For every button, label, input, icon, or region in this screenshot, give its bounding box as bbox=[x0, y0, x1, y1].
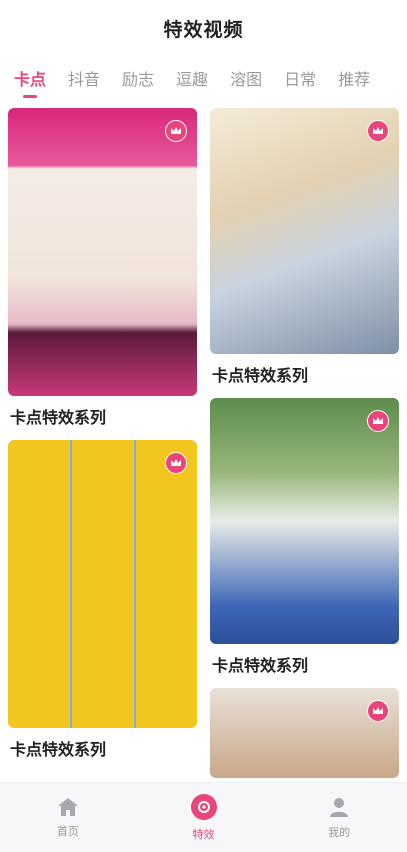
nav-home[interactable]: 首页 bbox=[0, 783, 136, 852]
crown-icon bbox=[367, 120, 389, 142]
crown-icon bbox=[165, 120, 187, 142]
feed-column-left: 卡点特效系列 卡点特效系列 bbox=[8, 108, 197, 772]
tab-richang[interactable]: 日常 bbox=[284, 66, 316, 98]
user-icon bbox=[330, 797, 349, 817]
top-bar: 特效视频 bbox=[0, 0, 407, 56]
video-card[interactable]: 卡点特效系列 bbox=[8, 108, 197, 440]
nav-effects[interactable]: 特效 bbox=[136, 783, 272, 852]
home-icon bbox=[57, 797, 78, 816]
tab-tuijian[interactable]: 推荐 bbox=[338, 66, 370, 98]
video-card[interactable] bbox=[210, 688, 399, 778]
page-title: 特效视频 bbox=[163, 18, 244, 41]
video-card[interactable]: 卡点特效系列 bbox=[210, 398, 399, 688]
video-feed[interactable]: 卡点特效系列 卡点特效系列 卡点特效系列 卡点特效系列 bbox=[0, 108, 407, 780]
video-title: 卡点特效系列 bbox=[212, 656, 309, 675]
nav-home-label: 首页 bbox=[56, 824, 79, 838]
tab-rongtu[interactable]: 溶图 bbox=[230, 66, 262, 98]
crown-icon bbox=[367, 700, 389, 722]
effects-icon bbox=[190, 793, 217, 820]
tab-douyin[interactable]: 抖音 bbox=[68, 66, 100, 98]
video-title: 卡点特效系列 bbox=[10, 408, 107, 427]
nav-mine[interactable]: 我的 bbox=[271, 783, 407, 852]
video-title: 卡点特效系列 bbox=[212, 366, 309, 385]
nav-effects-label: 特效 bbox=[192, 827, 215, 841]
nav-mine-label: 我的 bbox=[328, 825, 351, 839]
video-thumbnail[interactable] bbox=[8, 108, 197, 396]
video-thumbnail[interactable] bbox=[210, 398, 399, 644]
tab-kadian[interactable]: 卡点 bbox=[14, 66, 46, 98]
bottom-nav: 首页 特效 我的 bbox=[0, 782, 407, 852]
video-card[interactable]: 卡点特效系列 bbox=[8, 440, 197, 772]
video-thumbnail[interactable] bbox=[8, 440, 197, 728]
video-title: 卡点特效系列 bbox=[10, 740, 107, 759]
video-thumbnail[interactable] bbox=[210, 688, 399, 778]
tab-douqu[interactable]: 逗趣 bbox=[176, 66, 208, 98]
video-thumbnail[interactable] bbox=[210, 108, 399, 354]
video-card[interactable]: 卡点特效系列 bbox=[210, 108, 399, 398]
tab-lizhi[interactable]: 励志 bbox=[122, 66, 154, 98]
category-tabs: 卡点 抖音 励志 逗趣 溶图 日常 推荐 bbox=[0, 62, 407, 102]
feed-column-right: 卡点特效系列 卡点特效系列 bbox=[210, 108, 399, 778]
crown-icon bbox=[165, 452, 187, 474]
crown-icon bbox=[367, 410, 389, 432]
